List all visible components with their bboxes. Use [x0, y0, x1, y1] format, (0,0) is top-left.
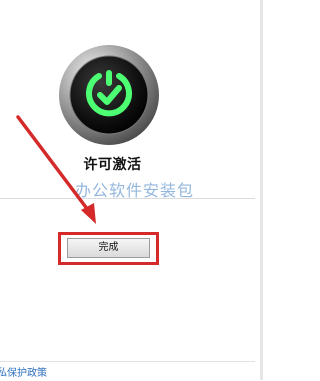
power-check-icon: [59, 45, 159, 145]
content-divider: [0, 198, 255, 199]
finish-button[interactable]: 完成: [67, 238, 150, 258]
privacy-policy-link[interactable]: 私保护政策: [0, 364, 47, 379]
window-edge: [260, 0, 263, 380]
activation-title: 许可激活: [83, 157, 142, 173]
activation-dialog: 许可激活 办公软件安装包 完成 私保护政策: [0, 0, 263, 381]
